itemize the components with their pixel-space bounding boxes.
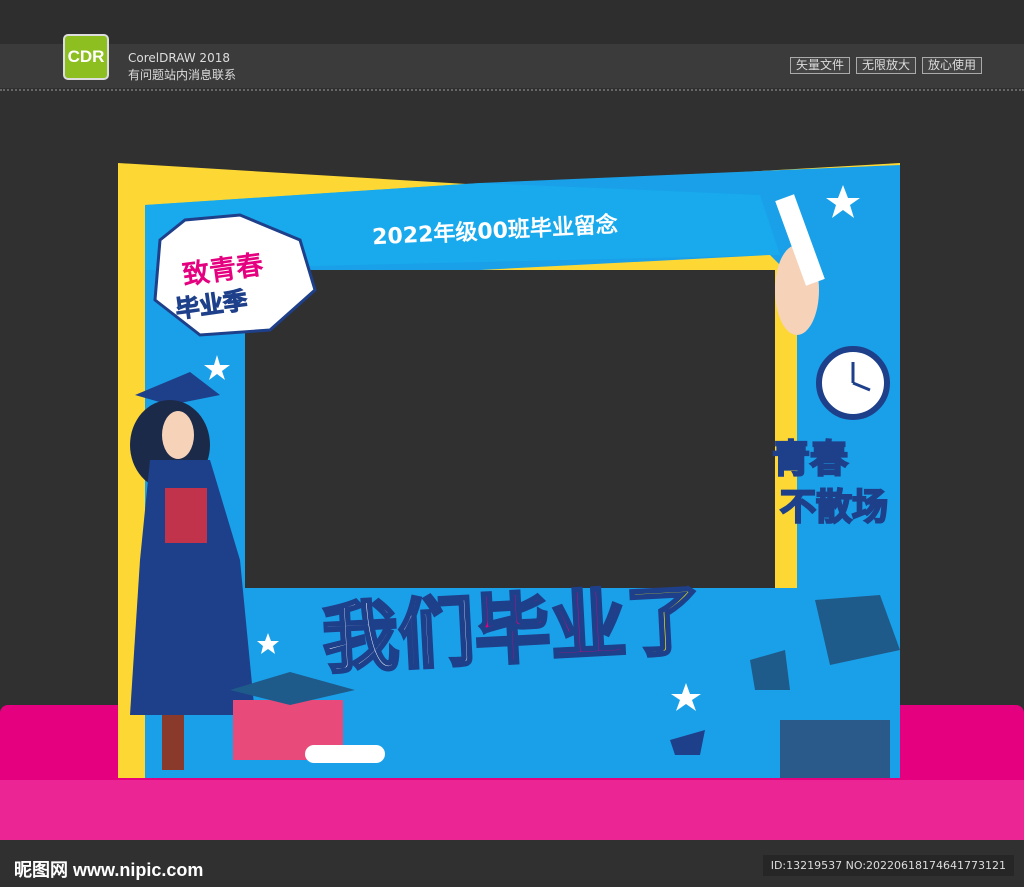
main-title-c: 了 — [622, 574, 706, 670]
side-line2: 不散场 — [779, 486, 889, 529]
main-title-b: 毕业 — [471, 578, 630, 678]
main-title: 我们毕业了 — [319, 558, 706, 688]
graduate-girl — [162, 411, 194, 459]
image-id: ID:13219537 NO:20220618174641773121 — [762, 855, 1014, 876]
red-book — [165, 488, 207, 543]
diploma-scroll — [305, 745, 385, 763]
crowd-hands — [780, 720, 890, 778]
photo-frame-art — [118, 163, 900, 778]
frame-window — [245, 270, 775, 588]
side-line1: 青春 — [771, 436, 849, 482]
main-title-a: 我们 — [319, 586, 478, 686]
nipic-watermark: 昵图网 www.nipic.com — [14, 860, 204, 880]
